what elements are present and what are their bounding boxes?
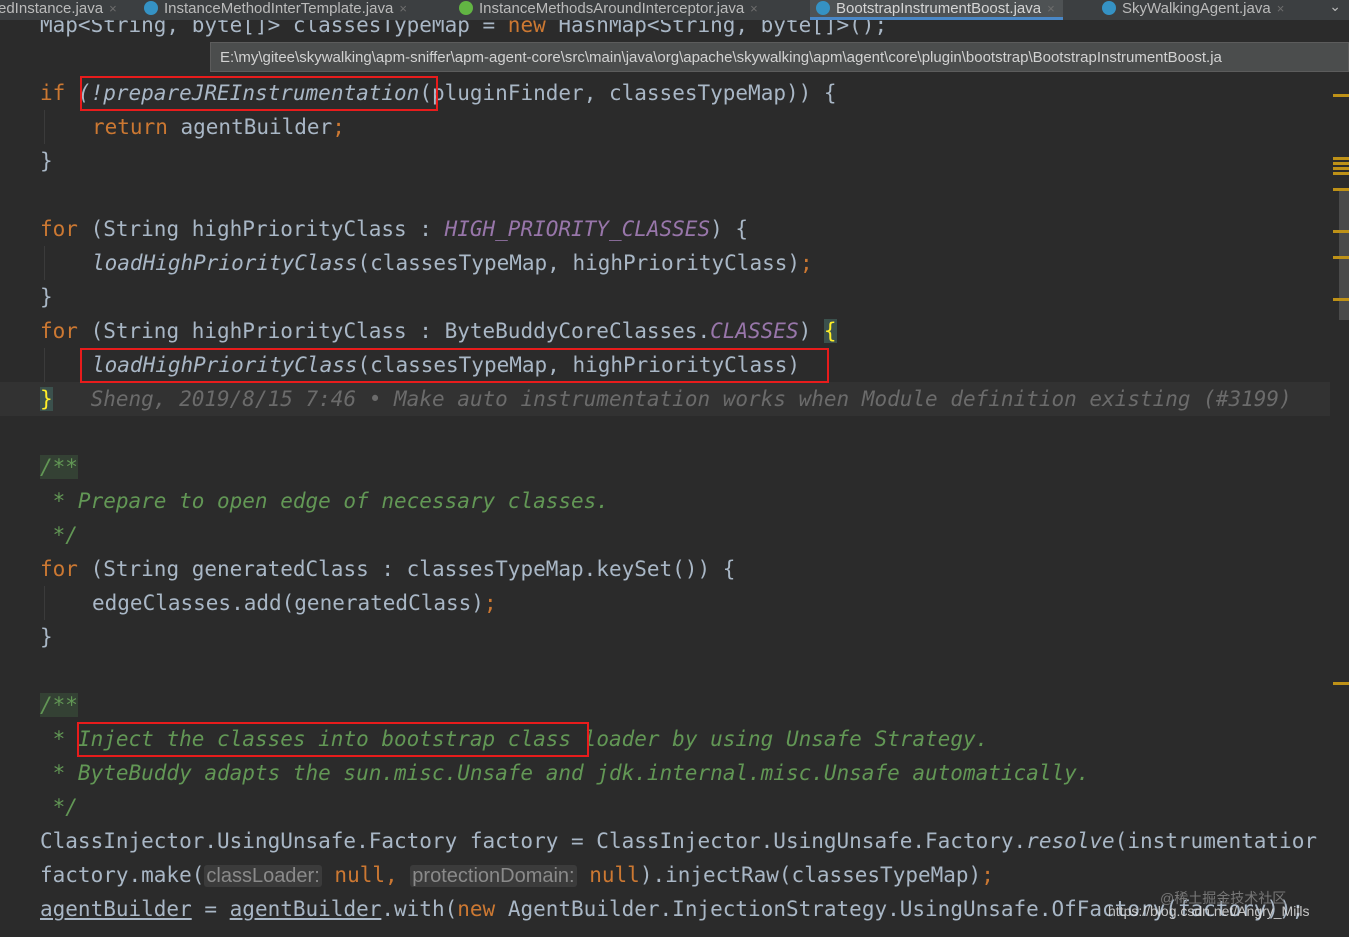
- tab-instance-methods-around-interceptor[interactable]: InstanceMethodsAroundInterceptor.java ×: [459, 0, 758, 20]
- code-line-14[interactable]: edgeClasses.add(generatedClass);: [92, 586, 497, 620]
- code-line-11[interactable]: * Prepare to open edge of necessary clas…: [40, 484, 609, 518]
- parameter-hint: protectionDomain:: [410, 865, 577, 887]
- watermark-url: https://blog.csdn.net/Angry_Mills: [1108, 903, 1310, 919]
- tab-label: BootstrapInstrumentBoost.java: [836, 0, 1042, 17]
- code-line-2[interactable]: return agentBuilder;: [92, 110, 345, 144]
- code-line-4[interactable]: for (String highPriorityClass : HIGH_PRI…: [40, 212, 748, 246]
- code-line-16[interactable]: /**: [40, 688, 78, 722]
- git-blame-annotation: Sheng, 2019/8/15 7:46 • Make auto instru…: [90, 387, 1292, 411]
- indent-guide: [44, 246, 45, 280]
- close-icon[interactable]: ×: [399, 1, 407, 16]
- code-line-5[interactable]: loadHighPriorityClass(classesTypeMap, hi…: [92, 246, 813, 280]
- marker-stripe[interactable]: [1333, 94, 1349, 97]
- tab-bootstrap-instrument-boost[interactable]: BootstrapInstrumentBoost.java ×: [810, 0, 1063, 20]
- code-line-19[interactable]: */: [40, 790, 78, 824]
- code-line-9[interactable]: } Sheng, 2019/8/15 7:46 • Make auto inst…: [40, 382, 1292, 416]
- class-icon: [1102, 1, 1116, 15]
- class-icon: [144, 1, 158, 15]
- chevron-down-icon[interactable]: ⌄: [1329, 0, 1341, 15]
- tab-label: edInstance.java: [0, 0, 104, 17]
- indent-guide: [44, 586, 45, 620]
- marker-stripe[interactable]: [1333, 167, 1349, 170]
- class-icon: [816, 1, 830, 15]
- code-line-10[interactable]: /**: [40, 450, 78, 484]
- tab-edinstance[interactable]: edInstance.java ×: [0, 0, 117, 20]
- marker-stripe[interactable]: [1333, 172, 1349, 175]
- marker-stripe[interactable]: [1333, 256, 1349, 259]
- code-line-12[interactable]: */: [40, 518, 78, 552]
- tab-instance-method-inter-template[interactable]: InstanceMethodInterTemplate.java ×: [144, 0, 407, 20]
- close-icon[interactable]: ×: [1047, 1, 1055, 16]
- marker-stripe[interactable]: [1333, 682, 1349, 685]
- tab-label: InstanceMethodsAroundInterceptor.java: [479, 0, 745, 17]
- code-line-13[interactable]: for (String generatedClass : classesType…: [40, 552, 735, 586]
- tab-skywalking-agent[interactable]: SkyWalkingAgent.java ×: [1102, 0, 1284, 20]
- code-editor[interactable]: Map<String, byte[]> classesTypeMap = new…: [0, 0, 1349, 937]
- close-icon[interactable]: ×: [750, 1, 758, 16]
- highlight-box-load-high-priority: [80, 348, 829, 383]
- tab-label: SkyWalkingAgent.java: [1122, 0, 1271, 17]
- marker-stripe[interactable]: [1333, 230, 1349, 233]
- file-path-tooltip: E:\my\gitee\skywalking\apm-sniffer\apm-a…: [210, 42, 1349, 72]
- parameter-hint: classLoader:: [204, 865, 322, 887]
- code-line-20[interactable]: ClassInjector.UsingUnsafe.Factory factor…: [40, 824, 1317, 858]
- indent-guide: [44, 110, 45, 144]
- indent-guide: [44, 348, 45, 382]
- code-line-18[interactable]: * ByteBuddy adapts the sun.misc.Unsafe a…: [40, 756, 1090, 790]
- marker-stripe[interactable]: [1333, 298, 1349, 301]
- highlight-box-inject-classes: [77, 722, 589, 757]
- code-line-21[interactable]: factory.make(classLoader: null, protecti…: [40, 858, 994, 892]
- close-icon[interactable]: ×: [1277, 1, 1285, 16]
- interface-icon: [459, 1, 473, 15]
- highlight-box-prepare-jre: [80, 76, 438, 111]
- code-line-15[interactable]: }: [40, 620, 53, 654]
- code-line-6[interactable]: }: [40, 280, 53, 314]
- tab-label: InstanceMethodInterTemplate.java: [164, 0, 394, 17]
- code-line-7[interactable]: for (String highPriorityClass : ByteBudd…: [40, 314, 837, 348]
- marker-stripe[interactable]: [1333, 188, 1349, 191]
- close-icon[interactable]: ×: [109, 1, 117, 16]
- editor-tab-bar: edInstance.java × InstanceMethodInterTemp…: [0, 0, 1349, 20]
- marker-stripe[interactable]: [1333, 162, 1349, 165]
- code-line-3[interactable]: }: [40, 144, 53, 178]
- marker-stripe[interactable]: [1333, 157, 1349, 160]
